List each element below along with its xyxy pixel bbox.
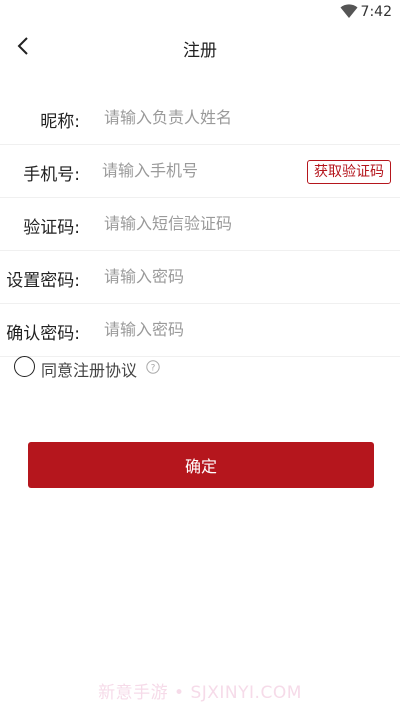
- confirm-password-label: 确认密码:: [6, 324, 80, 344]
- status-time: 7:42: [360, 4, 392, 20]
- password-row: 设置密码:: [0, 251, 400, 304]
- registration-form: 昵称: 手机号: 获取验证码 验证码: 设置密码: 确认密码:: [0, 92, 400, 357]
- code-label: 验证码:: [23, 218, 80, 238]
- phone-label: 手机号:: [23, 165, 80, 185]
- wifi-icon: [340, 4, 358, 23]
- nickname-row: 昵称:: [0, 92, 400, 145]
- phone-input[interactable]: [102, 157, 302, 183]
- app-bar: 注册: [0, 26, 400, 66]
- question-circle-icon[interactable]: ?: [146, 359, 160, 374]
- get-code-button[interactable]: 获取验证码: [307, 160, 391, 184]
- agreement-label[interactable]: 同意注册协议: [41, 357, 137, 381]
- agreement-radio[interactable]: [14, 356, 35, 377]
- phone-row: 手机号: 获取验证码: [0, 145, 400, 198]
- code-row: 验证码:: [0, 198, 400, 251]
- password-label: 设置密码:: [6, 271, 80, 291]
- code-input[interactable]: [104, 210, 304, 236]
- status-bar: 7:42: [0, 0, 400, 26]
- confirm-button[interactable]: 确定: [28, 442, 374, 488]
- nickname-input[interactable]: [104, 104, 304, 130]
- page-title: 注册: [183, 41, 217, 61]
- password-input[interactable]: [104, 263, 304, 289]
- svg-text:?: ?: [151, 364, 156, 374]
- confirm-password-row: 确认密码:: [0, 304, 400, 357]
- watermark-text: 新意手游 • SJXINYI.COM: [98, 683, 302, 703]
- confirm-password-input[interactable]: [104, 316, 304, 342]
- nickname-label: 昵称:: [40, 112, 80, 132]
